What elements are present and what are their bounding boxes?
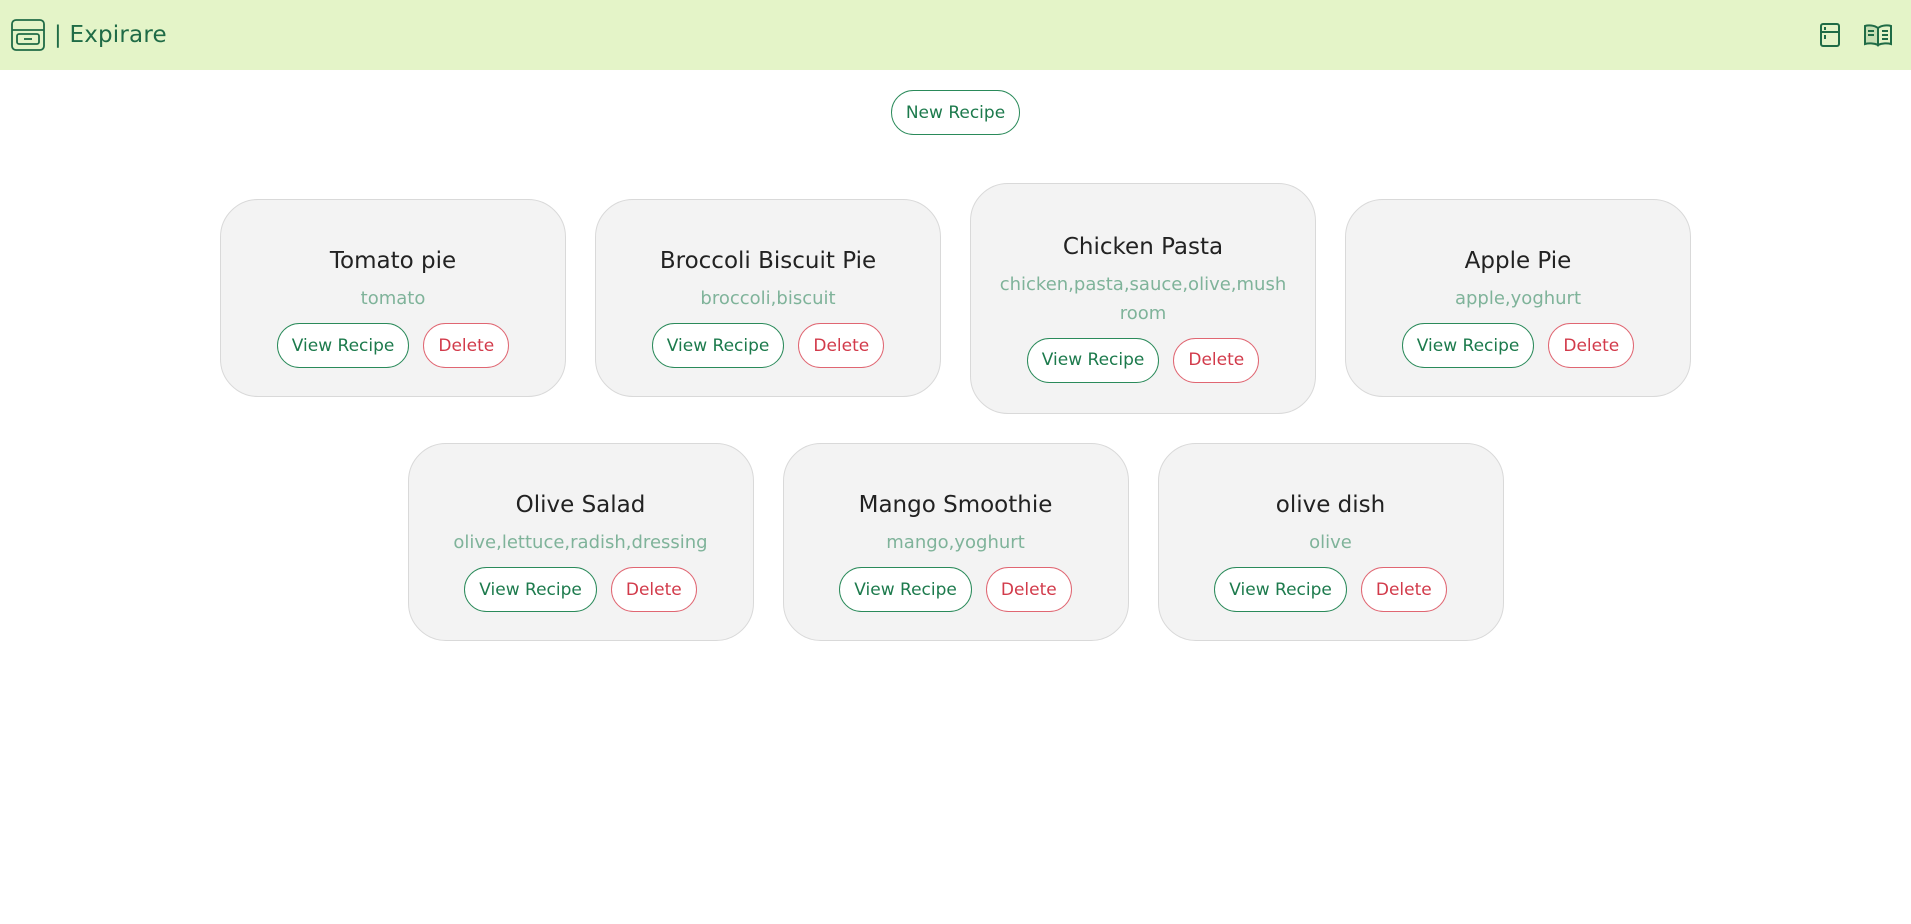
view-recipe-button[interactable]: View Recipe [1214,567,1347,612]
recipe-card: olive dish olive View Recipe Delete [1157,443,1504,641]
navbar: | Expirare [0,0,1911,70]
recipe-actions: View Recipe Delete [464,567,697,612]
recipe-title: Apple Pie [1464,248,1572,274]
recipe-title: olive dish [1275,492,1386,518]
recipe-card: Mango Smoothie mango,yoghurt View Recipe… [782,443,1129,641]
delete-recipe-button[interactable]: Delete [985,567,1072,612]
view-recipe-button[interactable]: View Recipe [276,323,410,368]
recipe-ingredients: olive [1309,532,1352,553]
recipe-actions: View Recipe Delete [276,323,510,368]
delete-recipe-button[interactable]: Delete [423,323,510,368]
view-recipe-button[interactable]: View Recipe [651,323,785,368]
recipe-actions: View Recipe Delete [1214,567,1447,612]
delete-recipe-button[interactable]: Delete [1173,337,1260,383]
recipe-ingredients: mango,yoghurt [886,532,1025,553]
recipe-title: Chicken Pasta [1062,233,1224,260]
recipe-ingredients: apple,yoghurt [1454,288,1582,309]
view-recipe-button[interactable]: View Recipe [839,567,972,612]
recipe-actions: View Recipe Delete [1401,323,1635,368]
view-recipe-button[interactable]: View Recipe [464,567,597,612]
book-icon[interactable] [1863,23,1893,47]
fridge-icon[interactable] [1819,22,1841,48]
recipe-card: Tomato pie tomato View Recipe Delete [220,199,566,397]
recipe-row: Olive Salad olive,lettuce,radish,dressin… [0,442,1911,642]
recipe-ingredients: tomato [360,288,426,309]
view-recipe-button[interactable]: View Recipe [1401,323,1535,368]
recipe-card: Apple Pie apple,yoghurt View Recipe Dele… [1345,199,1691,397]
recipe-card: Olive Salad olive,lettuce,radish,dressin… [407,443,754,641]
recipe-ingredients: chicken,pasta,sauce,olive,mushroom [999,273,1287,324]
recipe-title: Broccoli Biscuit Pie [659,248,877,274]
recipe-card: Broccoli Biscuit Pie broccoli,biscuit Vi… [595,199,941,397]
recipe-actions: View Recipe Delete [1026,337,1260,383]
recipe-actions: View Recipe Delete [839,567,1072,612]
recipe-ingredients: broccoli,biscuit [700,288,836,309]
recipe-row: Tomato pie tomato View Recipe Delete Bro… [0,182,1911,414]
brand-title: | Expirare [54,22,167,48]
fridge-box-icon [10,17,46,53]
new-recipe-button[interactable]: New Recipe [890,90,1021,135]
delete-recipe-button[interactable]: Delete [610,567,697,612]
delete-recipe-button[interactable]: Delete [798,323,885,368]
view-recipe-button[interactable]: View Recipe [1026,337,1160,383]
recipe-actions: View Recipe Delete [651,323,885,368]
new-recipe-container: New Recipe [0,90,1911,135]
recipe-card: Chicken Pasta chicken,pasta,sauce,olive,… [970,182,1316,414]
recipe-ingredients: olive,lettuce,radish,dressing [453,532,708,553]
recipe-title: Mango Smoothie [858,492,1053,518]
recipe-title: Olive Salad [515,492,646,518]
recipe-title: Tomato pie [329,248,457,274]
delete-recipe-button[interactable]: Delete [1548,323,1635,368]
nav-actions [1819,22,1899,48]
delete-recipe-button[interactable]: Delete [1360,567,1447,612]
brand[interactable]: | Expirare [10,17,167,53]
